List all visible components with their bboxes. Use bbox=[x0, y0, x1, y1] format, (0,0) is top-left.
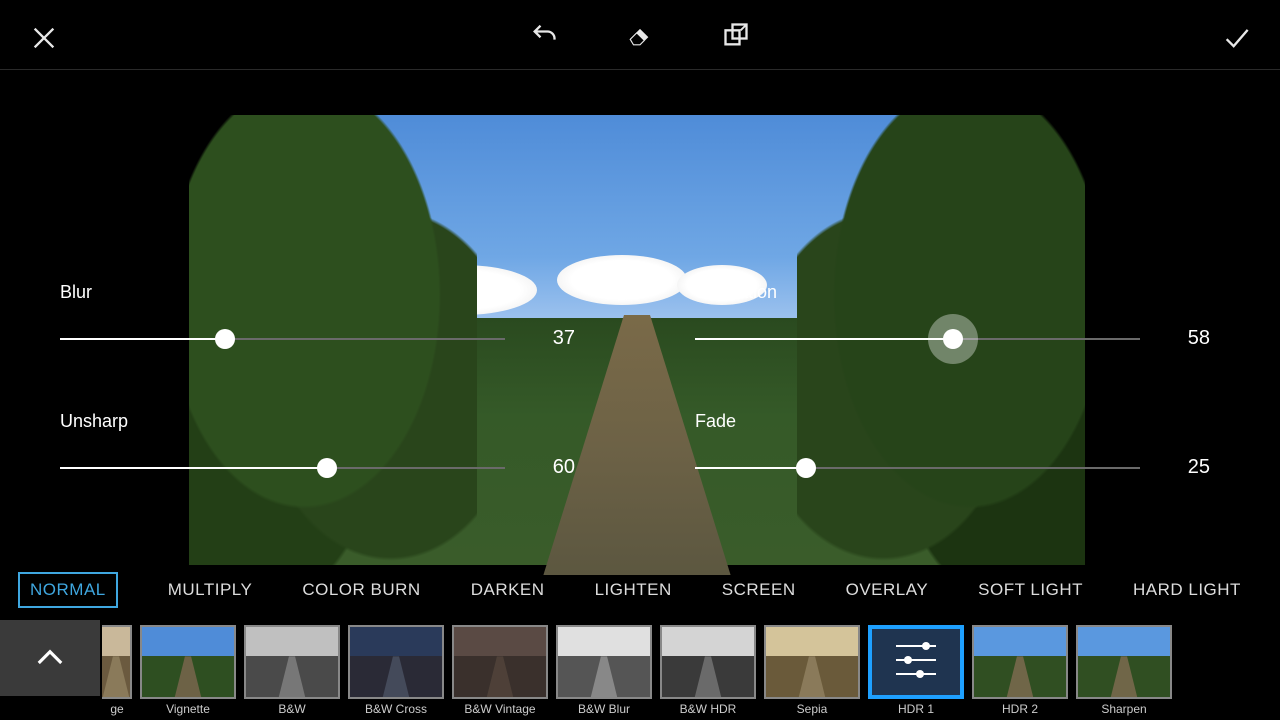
sliders-icon bbox=[896, 645, 936, 679]
compare-button[interactable] bbox=[720, 19, 752, 51]
blend-mode-darken[interactable]: DARKEN bbox=[471, 580, 545, 600]
slider-saturation: Saturation 58 bbox=[695, 282, 1210, 379]
undo-button[interactable] bbox=[528, 19, 560, 51]
filter-hdr-2[interactable]: HDR 2 bbox=[972, 625, 1068, 716]
slider-fade: Fade 25 bbox=[695, 411, 1210, 508]
blend-mode-normal[interactable]: NORMAL bbox=[18, 572, 118, 608]
filter-label: HDR 1 bbox=[898, 702, 934, 716]
slider-label-saturation: Saturation bbox=[695, 282, 1210, 303]
filter-label: B&W HDR bbox=[680, 702, 737, 716]
slider-label-blur: Blur bbox=[60, 282, 575, 303]
sliders-panel: Blur 37 Saturation 58 Unsharp 60 bbox=[0, 260, 1280, 540]
blend-mode-lighten[interactable]: LIGHTEN bbox=[595, 580, 672, 600]
expand-filters-button[interactable] bbox=[0, 620, 100, 696]
compare-icon bbox=[721, 21, 751, 49]
slider-track-blur[interactable] bbox=[60, 338, 505, 340]
slider-thumb-fade[interactable] bbox=[796, 458, 816, 478]
slider-value-blur: 37 bbox=[535, 327, 575, 350]
filter-label: ge bbox=[110, 702, 123, 716]
filter-label: B&W Blur bbox=[578, 702, 630, 716]
filter-label: Sharpen bbox=[1101, 702, 1146, 716]
filter-label: B&W Vintage bbox=[464, 702, 535, 716]
filter-label: B&W Cross bbox=[365, 702, 427, 716]
blend-mode-hard-light[interactable]: HARD LIGHT bbox=[1133, 580, 1241, 600]
filter-b-w-vintage[interactable]: B&W Vintage bbox=[452, 625, 548, 716]
filter-label: Sepia bbox=[797, 702, 828, 716]
slider-track-unsharp[interactable] bbox=[60, 467, 505, 469]
filter-sepia[interactable]: Sepia bbox=[764, 625, 860, 716]
filter-vignette[interactable]: Vignette bbox=[140, 625, 236, 716]
slider-track-fade[interactable] bbox=[695, 467, 1140, 469]
filter-label: B&W bbox=[278, 702, 305, 716]
top-toolbar bbox=[0, 0, 1280, 70]
checkmark-icon bbox=[1220, 24, 1252, 52]
cancel-button[interactable] bbox=[28, 22, 60, 54]
blend-mode-color-burn[interactable]: COLOR BURN bbox=[302, 580, 420, 600]
filter-label: Vignette bbox=[166, 702, 210, 716]
slider-track-saturation[interactable] bbox=[695, 338, 1140, 340]
undo-icon bbox=[529, 21, 559, 49]
filter-b-w[interactable]: B&W bbox=[244, 625, 340, 716]
blend-mode-overlay[interactable]: OVERLAY bbox=[846, 580, 929, 600]
slider-value-saturation: 58 bbox=[1170, 327, 1210, 350]
slider-blur: Blur 37 bbox=[60, 282, 575, 379]
slider-thumb-blur[interactable] bbox=[215, 329, 235, 349]
slider-value-unsharp: 60 bbox=[535, 456, 575, 479]
blend-mode-soft-light[interactable]: SOFT LIGHT bbox=[978, 580, 1083, 600]
slider-label-fade: Fade bbox=[695, 411, 1210, 432]
slider-unsharp: Unsharp 60 bbox=[60, 411, 575, 508]
eraser-icon bbox=[625, 22, 655, 48]
slider-thumb-saturation[interactable] bbox=[928, 314, 978, 364]
slider-value-fade: 25 bbox=[1170, 456, 1210, 479]
filter-label: HDR 2 bbox=[1002, 702, 1038, 716]
eraser-button[interactable] bbox=[624, 19, 656, 51]
filter-b-w-hdr[interactable]: B&W HDR bbox=[660, 625, 756, 716]
filter-vintage[interactable]: ge bbox=[102, 625, 132, 716]
filters-row: ge Vignette B&W B&W Cross B&W Vintage B&W Blu… bbox=[0, 620, 1280, 720]
blend-mode-multiply[interactable]: MULTIPLY bbox=[168, 580, 253, 600]
filter-sharpen[interactable]: Sharpen bbox=[1076, 625, 1172, 716]
slider-thumb-unsharp[interactable] bbox=[317, 458, 337, 478]
chevron-up-icon bbox=[35, 648, 65, 668]
apply-button[interactable] bbox=[1220, 22, 1252, 54]
filter-b-w-blur[interactable]: B&W Blur bbox=[556, 625, 652, 716]
filter-hdr-1[interactable]: HDR 1 bbox=[868, 625, 964, 716]
slider-label-unsharp: Unsharp bbox=[60, 411, 575, 432]
close-icon bbox=[30, 24, 58, 52]
blend-modes-row: NORMAL MULTIPLY COLOR BURN DARKEN LIGHTE… bbox=[0, 565, 1280, 615]
filter-b-w-cross[interactable]: B&W Cross bbox=[348, 625, 444, 716]
blend-mode-screen[interactable]: SCREEN bbox=[722, 580, 796, 600]
